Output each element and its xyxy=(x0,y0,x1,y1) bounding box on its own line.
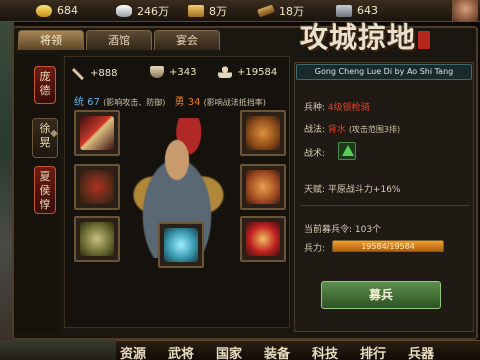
resource-food[interactable]: 8万 xyxy=(188,2,227,19)
silver-value: 246万 xyxy=(137,4,169,18)
nav-generals[interactable]: 武将 xyxy=(168,343,194,360)
nav-ranking[interactable]: 排行 xyxy=(360,343,386,360)
general-name: 夏侯惇 xyxy=(39,170,51,211)
tactic-icon[interactable] xyxy=(338,142,356,160)
courage-value: 勇 34 xyxy=(174,97,201,108)
gold-value: 684 xyxy=(57,4,78,17)
food-icon xyxy=(188,4,204,17)
gold-icon xyxy=(36,4,52,17)
sword-icon xyxy=(71,65,87,81)
medal-icon xyxy=(246,222,280,256)
equip-slot-mount[interactable] xyxy=(74,216,120,262)
equip-slot-helmet[interactable] xyxy=(240,110,286,156)
recruit-button[interactable]: 募兵 xyxy=(321,281,441,309)
talent-row: 天赋: 平原战斗力+16% xyxy=(304,185,401,195)
equip-slot-gem[interactable] xyxy=(158,222,204,268)
general-name: 庞德 xyxy=(39,70,51,97)
resource-gold[interactable]: 684 xyxy=(36,2,78,19)
divider xyxy=(300,205,470,206)
horse-icon xyxy=(80,222,114,256)
troop-type-value: 4级银枪骑 xyxy=(327,103,370,113)
recruit-order-value: 103个 xyxy=(354,225,382,235)
food-value: 8万 xyxy=(209,4,227,18)
spear-icon xyxy=(80,116,114,150)
stats-bar: +888 +343 +19584 xyxy=(71,65,287,82)
resource-silver[interactable]: 246万 xyxy=(116,2,169,19)
tactic-row: 战法: 背水 (攻击范围3排) xyxy=(304,125,401,135)
banner-icon xyxy=(246,170,280,204)
troop-power-bar: 19584/19584 xyxy=(332,240,444,252)
general-item-xiahoudun[interactable]: 夏侯惇 xyxy=(34,166,56,214)
tactic-item-row: 战术: xyxy=(304,149,326,159)
leadership-desc: (影响攻击、防御) xyxy=(103,98,166,107)
helmet-icon xyxy=(246,116,280,150)
recruit-order-row: 当前募兵令: 103个 xyxy=(304,225,382,235)
nav-resources[interactable]: 资源 xyxy=(120,343,146,360)
attack-stat: +888 xyxy=(71,65,117,81)
nav-equipment[interactable]: 装备 xyxy=(264,343,290,360)
tactic-value: 背水 xyxy=(327,125,346,135)
info-header: Gong Cheng Lue Di by Ao Shi Tang xyxy=(296,64,472,80)
soldier-icon xyxy=(218,66,232,78)
troops-stat: +19584 xyxy=(218,66,277,78)
attribute-line: 统 67 (影响攻击、防御) 勇 34 (影响战法抵挡率) xyxy=(74,93,266,108)
map-strip xyxy=(0,340,116,360)
tab-generals[interactable]: 将领 xyxy=(18,30,84,50)
armor-icon xyxy=(80,170,114,204)
tab-banquet[interactable]: 宴会 xyxy=(154,30,220,50)
resource-wood[interactable]: 18万 xyxy=(257,2,304,19)
iron-icon xyxy=(336,4,352,17)
chevron-right-icon[interactable]: ◆ xyxy=(48,128,60,140)
shield-icon xyxy=(150,66,164,78)
tab-tavern[interactable]: 酒馆 xyxy=(86,30,152,50)
equip-slot-weapon[interactable] xyxy=(74,110,120,156)
leadership-value: 统 67 xyxy=(74,97,100,108)
talent-value: 平原战斗力+16% xyxy=(327,185,401,195)
nav-weapons[interactable]: 兵器 xyxy=(408,343,434,360)
equip-slot-accessory[interactable] xyxy=(240,216,286,262)
nav-tech[interactable]: 科技 xyxy=(312,343,338,360)
logo-badge xyxy=(418,30,431,49)
gem-icon xyxy=(164,228,198,262)
silver-icon xyxy=(116,4,132,17)
equip-slot-armor[interactable] xyxy=(74,164,120,210)
game-logo-text: 攻城掠地 xyxy=(300,21,417,54)
courage-desc: (影响战法抵挡率) xyxy=(203,98,266,107)
wood-icon xyxy=(257,4,275,17)
defense-stat: +343 xyxy=(150,66,196,78)
equip-slot-banner[interactable] xyxy=(240,164,286,210)
troop-power-text: 19584/19584 xyxy=(361,242,415,251)
troop-type-row: 兵种: 4级银枪骑 xyxy=(304,103,370,113)
bottom-nav: 资源 武将 国家 装备 科技 排行 兵器 xyxy=(116,340,480,360)
game-logo: 攻城掠地 xyxy=(300,16,476,56)
troop-power-label: 兵力: xyxy=(304,244,326,254)
nav-nation[interactable]: 国家 xyxy=(216,343,242,360)
general-item-pangde[interactable]: 庞德 xyxy=(34,66,56,104)
